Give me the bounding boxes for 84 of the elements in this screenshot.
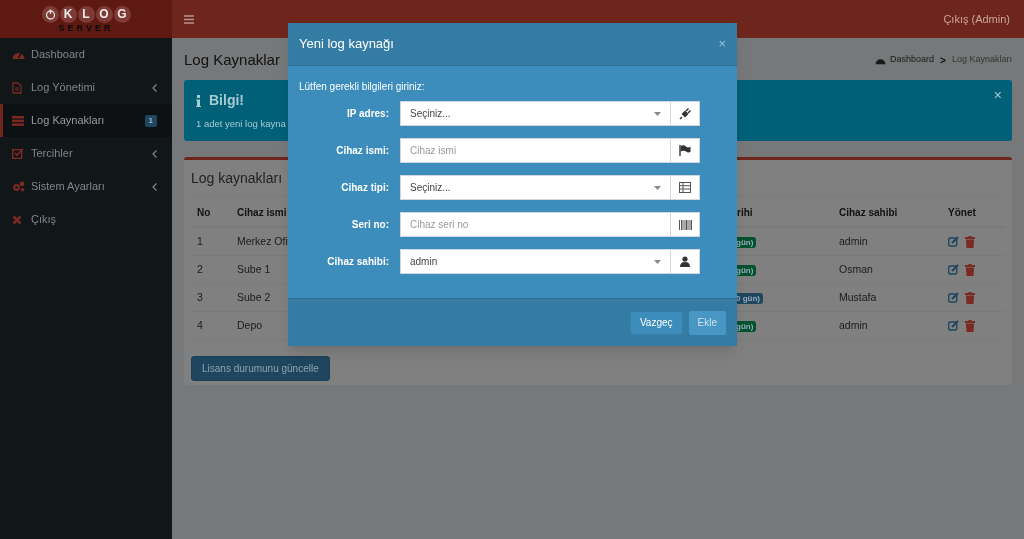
alert-title: Bilgi!: [209, 91, 244, 110]
dialog-button[interactable]: Vazgeç: [629, 310, 683, 335]
column-header: No: [197, 205, 211, 220]
field-label: Seri no:: [350, 218, 389, 232]
sidebar-label: Log Yönetimi: [31, 80, 95, 96]
column-header: Cihaz ismi: [237, 205, 287, 220]
trash-icon[interactable]: [965, 291, 975, 304]
sidebar-item[interactable]: Dashboard: [0, 38, 172, 71]
sidebar-label: Çıkış: [31, 212, 57, 228]
chevron-icon: [152, 182, 157, 191]
sidebar-item[interactable]: Log Kaynakları 1: [0, 104, 172, 137]
breadcrumb-link[interactable]: Dashboard: [890, 53, 935, 67]
breadcrumb-separator: >: [939, 53, 947, 68]
column-header: rihi: [737, 205, 753, 220]
logout-link[interactable]: Çıkış (Admin): [943, 10, 1012, 28]
edit-icon[interactable]: [948, 320, 959, 331]
barcode-icon: [678, 219, 692, 230]
list-icon: [12, 115, 24, 126]
chevron-icon: [152, 149, 157, 158]
select-field[interactable]: admin: [400, 249, 671, 274]
logo-letter: L: [77, 5, 95, 23]
sidebar-label: Dashboard: [31, 47, 85, 63]
power-icon: [44, 8, 56, 20]
sidebar-label: Sistem Ayarları: [31, 179, 105, 195]
table-cell-text: 2: [197, 261, 203, 277]
column-header: Yönet: [948, 205, 976, 220]
modal-intro: Lütfen gerekli bilgileri giriniz:: [299, 80, 426, 94]
alert-text: 1 adet yeni log kayna: [196, 117, 287, 131]
sidebar-item[interactable]: Tercihler: [0, 137, 172, 170]
page-title: Log Kaynaklar: [184, 49, 280, 70]
column-header: Cihaz sahibi: [839, 205, 898, 220]
field-label: IP adres:: [345, 107, 389, 121]
table-cell-text: Osman: [839, 261, 873, 277]
input-field[interactable]: Cihaz seri no: [400, 212, 671, 237]
logo-letter: G: [113, 5, 131, 23]
table-cell-text: 3: [197, 289, 203, 305]
table-cell-text: 1: [197, 233, 203, 249]
sidebar-item[interactable]: Çıkış: [0, 203, 172, 236]
table-cell-text: Sube 1: [237, 261, 271, 277]
field-label: Cihaz tipi:: [340, 181, 389, 195]
checkbox-icon: [12, 148, 24, 159]
input-field[interactable]: Cihaz ismi: [400, 138, 671, 163]
gears-icon: [12, 181, 25, 192]
close-icon: [12, 214, 22, 225]
select-field[interactable]: Seçiniz...: [400, 101, 671, 126]
trash-icon[interactable]: [965, 263, 975, 276]
chevron-icon: [152, 83, 157, 92]
flag-icon: [679, 145, 691, 156]
caret-icon: [654, 259, 661, 264]
field-label: Cihaz ismi:: [335, 144, 389, 158]
caret-icon: [654, 111, 661, 116]
trash-icon[interactable]: [965, 319, 975, 332]
select-field[interactable]: Seçiniz...: [400, 175, 671, 200]
table-cell-text: 4: [197, 317, 203, 333]
plug-icon: [679, 107, 691, 120]
update-license-button[interactable]: Lisans durumunu güncelle: [191, 356, 330, 381]
logo-subtitle: SERVER: [58, 22, 114, 33]
edit-icon[interactable]: [948, 236, 959, 247]
list-icon: [679, 182, 691, 193]
table-cell-text: admin: [839, 233, 868, 249]
field-label: Cihaz sahibi:: [326, 255, 389, 269]
modal-title: Yeni log kaynağı: [299, 35, 394, 54]
menu-icon[interactable]: [184, 14, 194, 24]
trash-icon[interactable]: [965, 235, 975, 248]
table-cell-text: Mustafa: [839, 289, 877, 305]
document-icon: [12, 81, 22, 94]
info-icon: [196, 94, 201, 107]
breadcrumb-link[interactable]: Log Kaynakları: [951, 53, 1012, 67]
sidebar-label: Log Kaynakları: [31, 113, 105, 129]
close-button[interactable]: ×: [993, 88, 1002, 102]
logo-letter: K: [59, 5, 77, 23]
edit-icon[interactable]: [948, 264, 959, 275]
sidebar-item[interactable]: Log Yönetimi: [0, 71, 172, 104]
table-cell-text: Depo: [237, 317, 263, 333]
edit-icon[interactable]: [948, 292, 959, 303]
user-icon: [680, 256, 690, 267]
caret-icon: [654, 185, 661, 190]
sidebar-label: Tercihler: [31, 146, 73, 162]
sidebar-item[interactable]: Sistem Ayarları: [0, 170, 172, 203]
table-cell-text: Sube 2: [237, 289, 271, 305]
logo-letter: O: [95, 5, 113, 23]
table-cell-text: admin: [839, 317, 868, 333]
count-badge: 1: [144, 114, 157, 127]
table-cell-text: Merkez Ofi: [237, 233, 288, 249]
